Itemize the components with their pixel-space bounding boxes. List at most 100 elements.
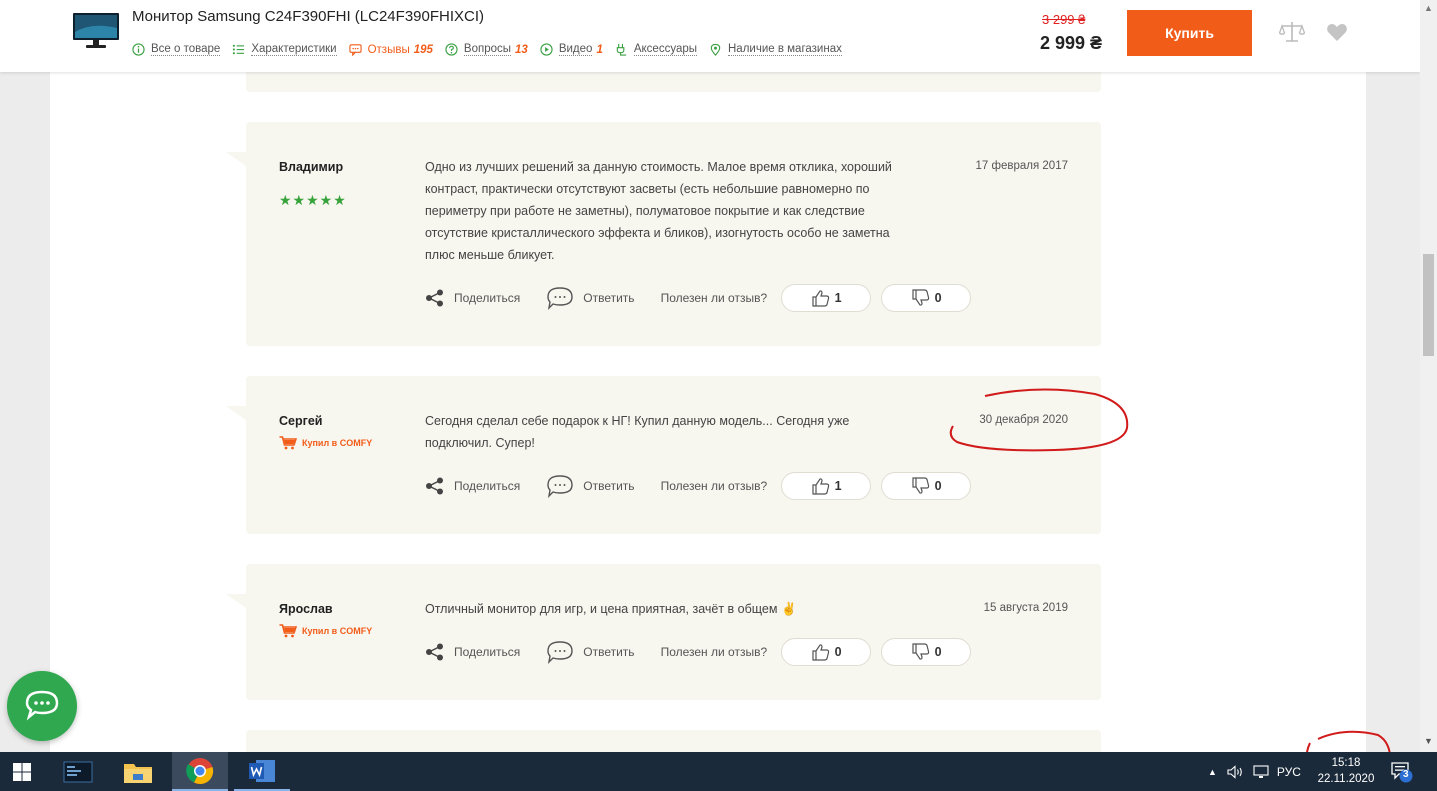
- question-icon: [445, 43, 458, 56]
- tab-count: 13: [515, 43, 528, 56]
- product-tabs: Все о товаре Характеристики Отзывы 195 В…: [132, 43, 854, 56]
- dislike-count: 0: [934, 291, 942, 305]
- taskbar-app-chrome[interactable]: [172, 752, 228, 791]
- like-button[interactable]: 1: [781, 472, 872, 500]
- tab-video[interactable]: Видео 1: [540, 43, 603, 56]
- tray-expand-arrow-icon[interactable]: ▲: [1208, 767, 1217, 777]
- chat-button[interactable]: [7, 671, 77, 741]
- tab-label: Вопросы: [463, 43, 512, 56]
- compare-scales-icon[interactable]: [1279, 20, 1305, 44]
- volume-icon[interactable]: [1227, 764, 1245, 779]
- page-scrollbar[interactable]: ▲ ▼: [1420, 0, 1437, 752]
- share-label: Поделиться: [454, 291, 521, 305]
- dislike-button[interactable]: 0: [881, 472, 972, 500]
- share-button[interactable]: Поделиться: [425, 289, 520, 307]
- badge-label: Купил в COMFY: [302, 438, 373, 448]
- review-text: Отличный монитор для игр, и цена приятна…: [425, 602, 797, 616]
- location-pin-icon: [710, 43, 721, 56]
- tab-questions[interactable]: Вопросы 13: [445, 43, 528, 56]
- reply-button[interactable]: Ответить: [546, 286, 635, 310]
- start-button[interactable]: [0, 752, 44, 791]
- review-date: 15 августа 2019: [983, 602, 1068, 614]
- reply-label: Ответить: [583, 645, 635, 659]
- thumbs-up-icon: [812, 290, 829, 307]
- tab-store-availability[interactable]: Наличие в магазинах: [709, 43, 842, 56]
- cart-icon: [279, 624, 297, 638]
- list-icon: [233, 44, 245, 55]
- review-card: Ярослав Купил в COMFY Отличный монитор д…: [226, 564, 1101, 700]
- tab-accessories[interactable]: Аксессуары: [615, 43, 697, 56]
- tab-all-about[interactable]: Все о товаре: [132, 43, 221, 56]
- like-count: 1: [834, 479, 842, 493]
- share-label: Поделиться: [454, 645, 521, 659]
- tab-label: Наличие в магазинах: [728, 43, 842, 56]
- tab-label: Характеристики: [251, 43, 337, 56]
- review-actions: Поделиться Ответить Полезен ли отзыв? 1 …: [425, 472, 981, 500]
- taskbar-app-word[interactable]: [234, 752, 290, 791]
- buy-button[interactable]: Купить: [1127, 10, 1252, 56]
- tab-specs[interactable]: Характеристики: [232, 43, 337, 56]
- reply-bubble-icon: [547, 475, 573, 498]
- tab-label: Отзывы: [367, 43, 410, 56]
- system-tray: ▲ РУС: [1208, 752, 1301, 791]
- dislike-count: 0: [934, 645, 942, 659]
- folder-icon: [124, 763, 152, 783]
- thumbs-down-icon: [912, 643, 929, 660]
- review-card: Владимир ★★★★★ Одно из лучших решений за…: [226, 122, 1101, 346]
- heart-icon[interactable]: [1326, 22, 1348, 42]
- monitor-thumbnail[interactable]: [72, 12, 120, 50]
- current-price: 2 999 ₴: [1040, 33, 1103, 53]
- thumbs-down-icon: [912, 477, 929, 494]
- tab-count: 195: [413, 43, 433, 56]
- scroll-down-arrow-icon[interactable]: ▼: [1424, 736, 1433, 746]
- info-icon: [132, 43, 145, 56]
- review-author: Ярослав: [279, 602, 333, 616]
- scroll-up-arrow-icon[interactable]: ▲: [1424, 3, 1433, 13]
- product-title: Монитор Samsung C24F390FHI (LC24F390FHIX…: [132, 8, 485, 25]
- share-label: Поделиться: [454, 479, 521, 493]
- plug-icon: [616, 43, 626, 56]
- thumbs-up-icon: [812, 478, 829, 495]
- taskbar-app-task-view[interactable]: [50, 752, 106, 791]
- card-tail: [226, 406, 246, 420]
- reply-label: Ответить: [583, 479, 635, 493]
- like-count: 1: [834, 291, 842, 305]
- bought-in-comfy-badge: Купил в COMFY: [279, 624, 372, 638]
- tab-label: Аксессуары: [633, 43, 697, 56]
- bought-in-comfy-badge: Купил в COMFY: [279, 436, 372, 450]
- tab-count: 1: [596, 43, 603, 56]
- windows-logo-icon: [13, 762, 31, 781]
- rating-stars: ★★★★★: [279, 192, 347, 208]
- network-icon[interactable]: [1253, 764, 1269, 779]
- chrome-icon: [186, 757, 214, 784]
- action-center-button[interactable]: 3: [1390, 761, 1414, 788]
- tab-label: Все о товаре: [151, 43, 221, 56]
- thumbs-down-icon: [912, 289, 929, 306]
- helpful-question: Полезен ли отзыв?: [660, 479, 768, 493]
- reply-button[interactable]: Ответить: [546, 474, 635, 498]
- sticky-product-header: Монитор Samsung C24F390FHI (LC24F390FHIX…: [0, 0, 1420, 72]
- share-icon: [426, 477, 443, 495]
- taskbar-clock[interactable]: 15:18 22.11.2020: [1308, 755, 1384, 787]
- next-review-card: [246, 730, 1101, 752]
- dislike-button[interactable]: 0: [881, 638, 972, 666]
- badge-label: Купил в COMFY: [302, 626, 373, 636]
- share-button[interactable]: Поделиться: [425, 477, 520, 495]
- like-count: 0: [834, 645, 842, 659]
- input-language[interactable]: РУС: [1277, 765, 1301, 779]
- scroll-thumb[interactable]: [1423, 254, 1434, 356]
- like-button[interactable]: 1: [781, 284, 872, 312]
- taskbar-app-file-explorer[interactable]: [110, 752, 166, 791]
- reply-bubble-icon: [547, 641, 573, 664]
- play-icon: [540, 43, 553, 56]
- dislike-button[interactable]: 0: [881, 284, 972, 312]
- notification-count: 3: [1403, 769, 1409, 780]
- review-actions: Поделиться Ответить Полезен ли отзыв? 1 …: [425, 284, 981, 312]
- word-icon: [249, 759, 275, 782]
- tab-reviews[interactable]: Отзывы 195: [348, 43, 433, 56]
- reply-button[interactable]: Ответить: [546, 640, 635, 664]
- thumbs-up-icon: [812, 644, 829, 661]
- like-button[interactable]: 0: [781, 638, 872, 666]
- share-button[interactable]: Поделиться: [425, 643, 520, 661]
- cart-icon: [279, 436, 297, 450]
